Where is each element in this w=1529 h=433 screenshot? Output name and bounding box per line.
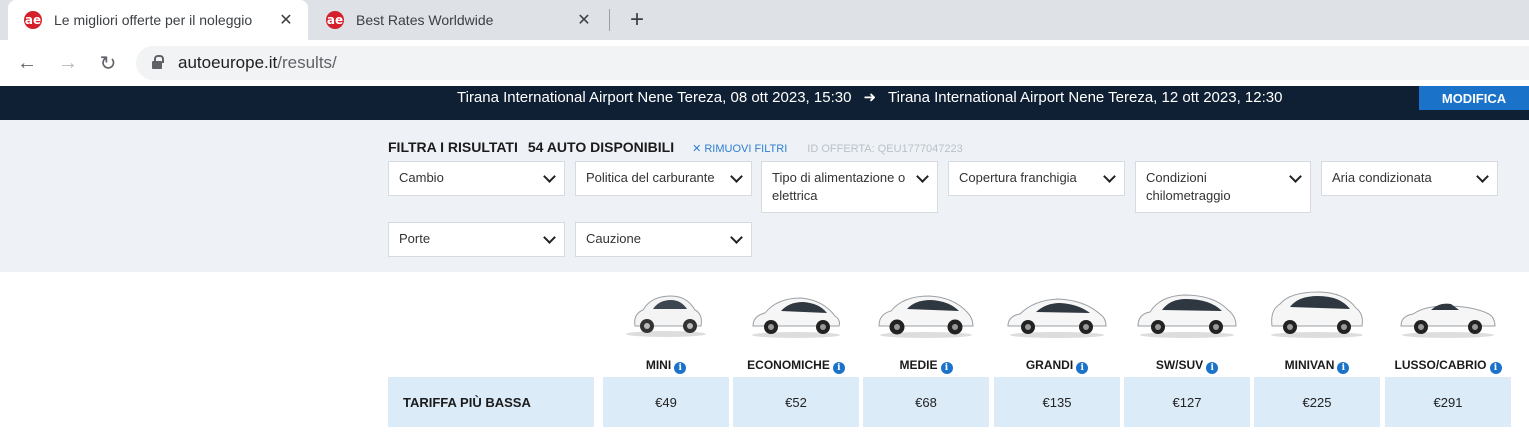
- lock-icon: [152, 55, 164, 69]
- category-label: ECONOMICHE i: [733, 358, 859, 374]
- category-label: GRANDI i: [994, 358, 1120, 374]
- filter-select-aria[interactable]: Aria condizionata: [1321, 161, 1498, 196]
- car-image-medie: [878, 295, 974, 338]
- modify-button[interactable]: MODIFICA: [1419, 86, 1529, 110]
- info-icon[interactable]: i: [940, 362, 953, 374]
- filter-header: FILTRA I RISULTATI 54 AUTO DISPONIBILI ✕…: [388, 139, 963, 155]
- tab-title: Le migliori offerte per il noleggio: [54, 12, 253, 28]
- chevron-down-icon: [543, 231, 556, 244]
- pickup-info: Tirana International Airport Nene Tereza…: [457, 88, 852, 106]
- info-icon[interactable]: i: [674, 362, 687, 374]
- reload-icon[interactable]: ↻: [95, 50, 121, 76]
- filter-title: FILTRA I RISULTATI: [388, 139, 518, 155]
- chevron-down-icon: [1289, 170, 1302, 183]
- info-icon[interactable]: i: [832, 362, 845, 374]
- chevron-down-icon: [543, 170, 556, 183]
- info-icon[interactable]: i: [1076, 362, 1089, 374]
- category-lusso-cabrio[interactable]: LUSSO/CABRIO i €291: [1385, 272, 1511, 433]
- autoeurope-favicon-icon: ae: [24, 11, 42, 29]
- results-count: 54 AUTO DISPONIBILI: [527, 139, 675, 155]
- price-cell[interactable]: €52: [733, 377, 859, 427]
- chevron-down-icon: [1103, 170, 1116, 183]
- price-cell[interactable]: €291: [1385, 377, 1511, 427]
- car-image-mini: [626, 295, 706, 337]
- filter-select-cauzione[interactable]: Cauzione: [575, 222, 752, 257]
- price-cell[interactable]: €225: [1254, 377, 1380, 427]
- price-cell[interactable]: €49: [603, 377, 729, 427]
- new-tab-plus-icon[interactable]: +: [623, 6, 651, 34]
- filter-select-alimentazione[interactable]: Tipo di alimentazione o elettrica: [761, 161, 938, 213]
- category-label: MINIVAN i: [1254, 358, 1380, 374]
- arrow-right-icon: ➜: [863, 89, 877, 106]
- forward-arrow-icon[interactable]: →: [55, 50, 81, 76]
- car-image-grandi: [1007, 298, 1107, 338]
- autoeurope-favicon-icon: ae: [326, 11, 344, 29]
- url-text: autoeurope.it/results/: [178, 53, 337, 72]
- filter-select-carburante[interactable]: Politica del carburante: [575, 161, 752, 196]
- car-category-grid: MINI i €49 ECONOMICHE i €52 MEDIE i €68 GRA…: [0, 272, 1529, 433]
- category-sw-suv[interactable]: SW/SUV i €127: [1124, 272, 1250, 433]
- category-label: SW/SUV i: [1124, 358, 1250, 374]
- filter-select-chilometraggio[interactable]: Condizioni chilometraggio: [1135, 161, 1311, 213]
- browser-toolbar: ← → ↻ autoeurope.it/results/: [0, 40, 1529, 86]
- offer-id: ID OFFERTA: QEU1777047223: [807, 143, 963, 155]
- tab-inactive[interactable]: ae Best Rates Worldwide ✕: [310, 0, 606, 40]
- chevron-down-icon: [730, 170, 743, 183]
- category-mini[interactable]: MINI i €49: [603, 272, 729, 433]
- filter-select-porte[interactable]: Porte: [388, 222, 565, 257]
- close-icon[interactable]: ✕: [276, 10, 296, 30]
- tab-title: Best Rates Worldwide: [356, 12, 494, 28]
- filter-panel: FILTRA I RISULTATI 54 AUTO DISPONIBILI ✕…: [0, 120, 1529, 272]
- info-icon[interactable]: i: [1206, 362, 1219, 374]
- chevron-down-icon: [916, 170, 929, 183]
- chevron-down-icon: [1476, 170, 1489, 183]
- price-cell[interactable]: €68: [863, 377, 989, 427]
- filter-select-cambio[interactable]: Cambio: [388, 161, 565, 196]
- category-medie[interactable]: MEDIE i €68: [863, 272, 989, 433]
- browser-tab-strip: ae Le migliori offerte per il noleggio ✕…: [0, 0, 1529, 40]
- info-icon[interactable]: i: [1337, 362, 1350, 374]
- car-image-lusso-cabrio: [1400, 303, 1496, 338]
- lowest-rate-label: TARIFFA PIÙ BASSA: [388, 377, 594, 427]
- car-image-economiche: [752, 297, 840, 338]
- category-label: LUSSO/CABRIO i: [1385, 358, 1511, 374]
- tab-active[interactable]: ae Le migliori offerte per il noleggio ✕: [8, 0, 308, 40]
- category-grandi[interactable]: GRANDI i €135: [994, 272, 1120, 433]
- chevron-down-icon: [730, 231, 743, 244]
- car-image-sw-suv: [1137, 294, 1237, 338]
- category-label: MINI i: [603, 358, 729, 374]
- remove-filters-link[interactable]: ✕ RIMUOVI FILTRI: [692, 142, 787, 155]
- category-label: MEDIE i: [863, 358, 989, 374]
- dropoff-info: Tirana International Airport Nene Tereza…: [888, 88, 1283, 106]
- category-economiche[interactable]: ECONOMICHE i €52: [733, 272, 859, 433]
- back-arrow-icon[interactable]: ←: [14, 50, 40, 76]
- category-minivan[interactable]: MINIVAN i €225: [1254, 272, 1380, 433]
- close-icon: ✕: [692, 143, 702, 155]
- price-cell[interactable]: €127: [1124, 377, 1250, 427]
- tab-separator: [609, 9, 610, 31]
- info-icon[interactable]: i: [1489, 362, 1502, 374]
- price-cell[interactable]: €135: [994, 377, 1120, 427]
- filter-select-franchigia[interactable]: Copertura franchigia: [948, 161, 1125, 196]
- address-bar[interactable]: autoeurope.it/results/: [136, 46, 1529, 80]
- close-icon[interactable]: ✕: [574, 10, 594, 30]
- car-image-minivan: [1271, 291, 1363, 338]
- route-banner: Tirana International Airport Nene Tereza…: [0, 86, 1529, 120]
